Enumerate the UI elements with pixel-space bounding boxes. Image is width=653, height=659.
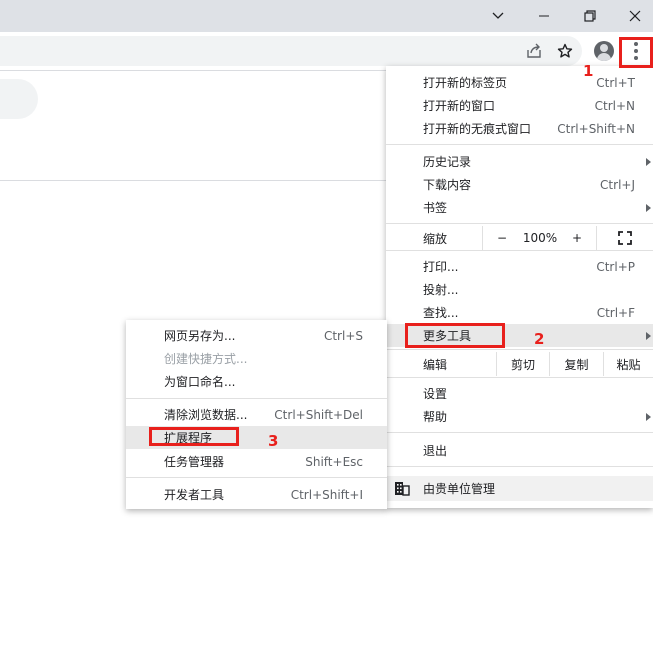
menu-separator — [386, 250, 653, 251]
annotation-step-1: 1 — [583, 62, 594, 80]
bookmark-star-button[interactable] — [551, 37, 579, 65]
menu-item-find[interactable]: 查找... Ctrl+F — [386, 301, 653, 324]
zoom-out-button[interactable]: − — [483, 226, 521, 250]
zoom-label: 缩放 — [423, 231, 448, 246]
share-button[interactable] — [520, 37, 548, 65]
submenu-item-clear-browsing-data[interactable]: 清除浏览数据... Ctrl+Shift+Del — [126, 403, 387, 426]
close-icon — [629, 10, 641, 22]
menu-item-new-incognito-window[interactable]: 打开新的无痕式窗口 Ctrl+Shift+N — [386, 117, 653, 140]
fullscreen-button[interactable] — [597, 226, 653, 250]
menu-item-cast[interactable]: 投射... — [386, 278, 653, 301]
submenu-item-create-shortcut[interactable]: 创建快捷方式... — [126, 347, 387, 370]
menu-separator — [386, 144, 653, 145]
annotation-step-3: 3 — [268, 432, 279, 450]
menu-separator — [386, 223, 653, 224]
annotation-box-menu-button — [619, 37, 653, 68]
submenu-item-developer-tools[interactable]: 开发者工具 Ctrl+Shift+I — [126, 483, 387, 506]
menu-separator — [386, 432, 653, 433]
submenu-arrow-icon — [646, 331, 651, 340]
menu-item-help[interactable]: 帮助 — [386, 405, 653, 428]
zoom-row: 缩放 − 100% + — [386, 226, 653, 250]
title-bar — [0, 0, 653, 32]
menu-item-settings[interactable]: 设置 — [386, 382, 653, 405]
annotation-box-more-tools — [405, 323, 505, 348]
minimize-button[interactable] — [521, 0, 567, 32]
annotation-step-2: 2 — [534, 330, 545, 348]
copy-button[interactable]: 复制 — [550, 352, 603, 376]
menu-item-new-tab[interactable]: 打开新的标签页 Ctrl+T — [386, 71, 653, 94]
submenu-item-save-page-as[interactable]: 网页另存为... Ctrl+S — [126, 324, 387, 347]
share-icon — [527, 43, 541, 58]
fullscreen-icon — [618, 231, 632, 245]
minimize-icon — [539, 15, 549, 17]
submenu-item-name-window[interactable]: 为窗口命名... — [126, 370, 387, 393]
menu-item-managed-by-organization[interactable]: 由贵单位管理 — [386, 476, 653, 501]
chrome-main-menu: 打开新的标签页 Ctrl+T 打开新的窗口 Ctrl+N 打开新的无痕式窗口 C… — [386, 66, 653, 508]
menu-item-bookmarks[interactable]: 书签 — [386, 196, 653, 219]
edit-row: 编辑 剪切 复制 粘贴 — [386, 352, 653, 376]
star-icon — [557, 43, 573, 58]
menu-item-history[interactable]: 历史记录 — [386, 150, 653, 173]
paste-button[interactable]: 粘贴 — [604, 352, 653, 376]
submenu-item-task-manager[interactable]: 任务管理器 Shift+Esc — [126, 450, 387, 473]
page-divider — [0, 180, 386, 181]
tab-search-button[interactable] — [475, 0, 521, 32]
chevron-down-icon — [492, 12, 504, 19]
cut-button[interactable]: 剪切 — [497, 352, 549, 376]
page-search-pill — [0, 79, 38, 119]
profile-button[interactable] — [590, 37, 618, 65]
avatar-icon — [594, 41, 614, 61]
edit-label: 编辑 — [423, 357, 448, 372]
zoom-level: 100% — [522, 231, 558, 245]
annotation-box-extensions — [149, 427, 239, 446]
menu-item-downloads[interactable]: 下载内容 Ctrl+J — [386, 173, 653, 196]
submenu-arrow-icon — [646, 412, 651, 421]
zoom-in-button[interactable]: + — [559, 226, 595, 250]
restore-button[interactable] — [567, 0, 613, 32]
menu-separator — [386, 466, 653, 467]
menu-separator — [126, 477, 387, 478]
menu-item-new-window[interactable]: 打开新的窗口 Ctrl+N — [386, 94, 653, 117]
menu-separator — [386, 349, 653, 350]
menu-separator — [126, 398, 387, 399]
submenu-arrow-icon — [646, 203, 651, 212]
address-bar[interactable] — [0, 36, 582, 66]
menu-separator — [386, 377, 653, 378]
more-tools-submenu: 网页另存为... Ctrl+S 创建快捷方式... 为窗口命名... 清除浏览数… — [126, 320, 387, 509]
menu-item-print[interactable]: 打印... Ctrl+P — [386, 255, 653, 278]
building-icon — [395, 482, 410, 496]
close-button[interactable] — [612, 0, 653, 32]
submenu-arrow-icon — [646, 157, 651, 166]
restore-icon — [584, 10, 596, 22]
menu-item-exit[interactable]: 退出 — [386, 439, 653, 462]
